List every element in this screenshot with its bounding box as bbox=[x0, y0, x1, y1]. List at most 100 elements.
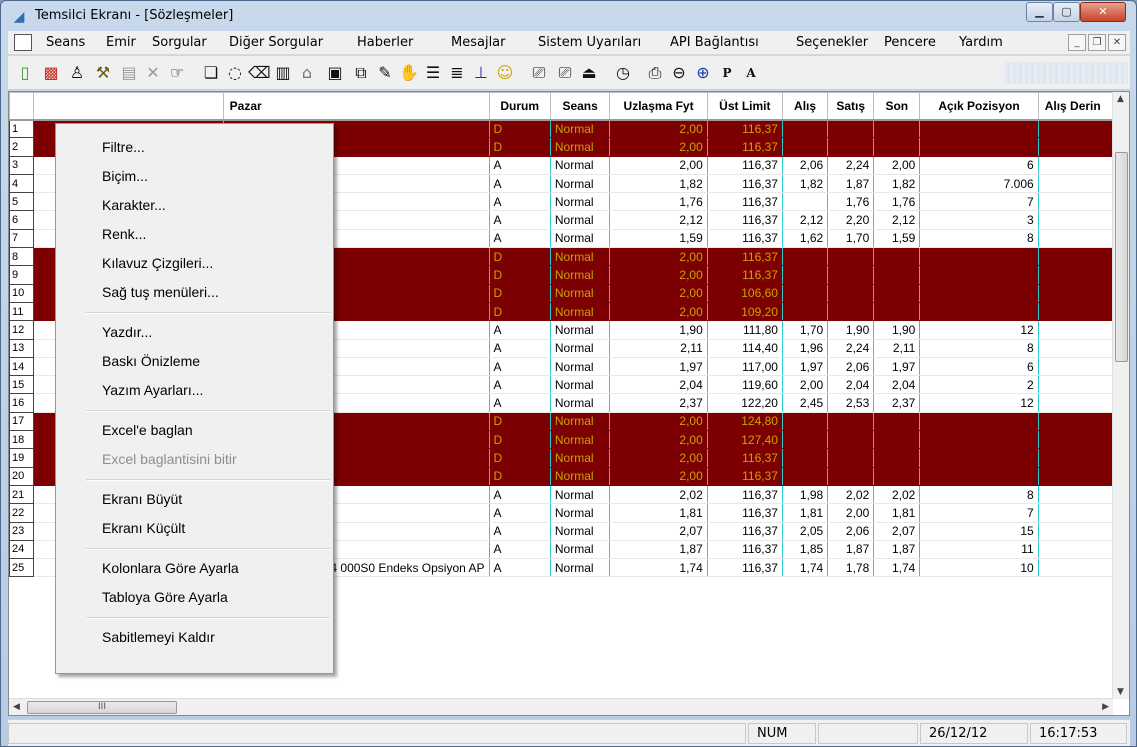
cell-durum[interactable]: A bbox=[489, 558, 551, 578]
cell-durum[interactable]: A bbox=[489, 393, 551, 413]
cell-satis[interactable]: 1,70 bbox=[827, 229, 875, 249]
cell-uzlasma[interactable]: 1,59 bbox=[609, 229, 708, 249]
cell-acik[interactable]: 12 bbox=[919, 393, 1039, 413]
cell-satis[interactable] bbox=[827, 430, 875, 450]
cell-acik[interactable] bbox=[919, 430, 1039, 450]
cell-seans[interactable]: Normal bbox=[550, 302, 611, 322]
cell-ust[interactable]: 116,37 bbox=[707, 558, 783, 578]
copy-icon[interactable]: ⧉ bbox=[350, 62, 372, 84]
col-header-sozlesme[interactable] bbox=[32, 92, 224, 121]
cell-satis[interactable] bbox=[827, 119, 875, 139]
cell-uzlasma[interactable]: 2,12 bbox=[609, 210, 708, 230]
cell-durum[interactable]: A bbox=[489, 357, 551, 377]
cell-durum[interactable]: D bbox=[489, 448, 551, 468]
cell-ust[interactable]: 116,37 bbox=[707, 210, 783, 230]
cell-acik[interactable]: 8 bbox=[919, 229, 1039, 249]
cell-seans[interactable]: Normal bbox=[550, 119, 611, 139]
cell-alis[interactable] bbox=[782, 448, 829, 468]
cell-ust[interactable]: 124,80 bbox=[707, 412, 783, 432]
col-header-seans[interactable]: Seans bbox=[549, 92, 611, 121]
cell-durum[interactable]: A bbox=[489, 229, 551, 249]
cell-uzlasma[interactable]: 1,74 bbox=[609, 558, 708, 578]
grab-icon[interactable]: ✋ bbox=[398, 62, 420, 84]
cell-alis[interactable]: 1,96 bbox=[782, 339, 829, 358]
cell-ust[interactable]: 116,37 bbox=[707, 137, 783, 157]
cell-alis[interactable]: 1,98 bbox=[782, 485, 829, 505]
cell-son[interactable] bbox=[873, 265, 921, 285]
cell-n[interactable]: 20 bbox=[9, 466, 34, 486]
cell-satis[interactable]: 2,04 bbox=[827, 375, 875, 395]
cell-alis[interactable] bbox=[782, 430, 829, 450]
cell-durum[interactable]: A bbox=[489, 503, 551, 523]
cell-n[interactable]: 24 bbox=[9, 539, 34, 560]
cell-alis[interactable] bbox=[782, 302, 829, 322]
cell-son[interactable]: 2,12 bbox=[873, 210, 921, 230]
context-menu-item[interactable]: Karakter... bbox=[57, 192, 332, 218]
cell-n[interactable]: 19 bbox=[9, 448, 34, 468]
grid-icon[interactable]: ≣ bbox=[446, 62, 468, 84]
cell-durum[interactable]: A bbox=[489, 522, 551, 541]
cell-uzlasma[interactable]: 2,04 bbox=[609, 375, 708, 395]
col-header-son[interactable]: Son bbox=[873, 92, 921, 121]
col-header-ust-limit[interactable]: Üst Limit bbox=[706, 92, 783, 121]
cell-ust[interactable]: 114,40 bbox=[707, 339, 783, 358]
close-button[interactable]: ✕ bbox=[1080, 2, 1126, 22]
cell-acik[interactable] bbox=[919, 137, 1039, 157]
context-menu-item[interactable]: Yazdır... bbox=[57, 319, 332, 345]
eraser-icon[interactable]: ⌫ bbox=[248, 62, 271, 84]
cell-n[interactable]: 22 bbox=[9, 503, 34, 523]
scroll-left-icon[interactable]: ◀ bbox=[13, 702, 20, 712]
cell-satis[interactable]: 1,90 bbox=[827, 320, 875, 340]
cell-ust[interactable]: 116,37 bbox=[707, 503, 783, 523]
col-header-uzlasma[interactable]: Uzlaşma Fyt bbox=[609, 92, 708, 121]
cell-satis[interactable]: 2,53 bbox=[827, 393, 875, 413]
cell-son[interactable] bbox=[873, 284, 921, 303]
cell-durum[interactable]: A bbox=[489, 485, 551, 505]
cell-n[interactable]: 14 bbox=[9, 356, 34, 377]
cell-uzlasma[interactable]: 1,76 bbox=[609, 192, 708, 212]
cell-durum[interactable]: A bbox=[489, 540, 551, 560]
cell-alis[interactable]: 1,82 bbox=[782, 174, 829, 194]
cell-alis[interactable]: 2,00 bbox=[782, 375, 829, 395]
cell-alis[interactable] bbox=[782, 284, 829, 303]
cell-acik[interactable] bbox=[919, 247, 1039, 267]
minimize-button[interactable]: ▁ bbox=[1026, 2, 1053, 22]
cell-alis[interactable] bbox=[782, 192, 829, 212]
cell-durum[interactable]: A bbox=[489, 174, 551, 194]
edit-icon[interactable]: ✎ bbox=[374, 62, 396, 84]
cell-son[interactable] bbox=[873, 302, 921, 322]
cell-alis[interactable] bbox=[782, 137, 829, 157]
cell-son[interactable] bbox=[873, 137, 921, 157]
cell-n[interactable]: 12 bbox=[9, 320, 34, 340]
cell-n[interactable]: 7 bbox=[9, 228, 34, 249]
cell-durum[interactable]: D bbox=[489, 137, 551, 157]
cell-acik[interactable]: 11 bbox=[919, 540, 1039, 560]
cell-acik[interactable]: 6 bbox=[919, 357, 1039, 377]
context-menu-item[interactable]: Ekranı Küçült bbox=[57, 515, 332, 541]
cell-seans[interactable]: Normal bbox=[550, 339, 611, 358]
cell-seans[interactable]: Normal bbox=[550, 558, 611, 578]
context-menu-item[interactable]: Sabitlemeyi Kaldır bbox=[57, 624, 332, 650]
cell-ust[interactable]: 109,20 bbox=[707, 302, 783, 322]
bank-icon[interactable]: ⌂ bbox=[296, 62, 318, 84]
cell-ust[interactable]: 111,80 bbox=[707, 320, 783, 340]
col-header-acik-pozisyon[interactable]: Açık Pozisyon bbox=[919, 92, 1039, 121]
horizontal-scrollbar[interactable]: ◀ III ▶ bbox=[9, 698, 1113, 715]
cell-alis[interactable]: 2,06 bbox=[782, 156, 829, 175]
cell-n[interactable]: 17 bbox=[9, 411, 34, 432]
cell-uzlasma[interactable]: 2,00 bbox=[609, 430, 708, 450]
context-menu-item[interactable]: Tabloya Göre Ayarla bbox=[57, 584, 332, 610]
cell-ust[interactable]: 122,20 bbox=[707, 393, 783, 413]
cell-ust[interactable]: 116,37 bbox=[707, 174, 783, 194]
cell-uzlasma[interactable]: 2,00 bbox=[609, 284, 708, 303]
cell-acik[interactable]: 2 bbox=[919, 375, 1039, 395]
cell-son[interactable]: 2,37 bbox=[873, 393, 921, 413]
cell-uzlasma[interactable]: 1,97 bbox=[609, 357, 708, 377]
menu-api-baglantisi[interactable]: API Bağlantısı bbox=[670, 35, 759, 50]
cell-son[interactable]: 1,76 bbox=[873, 192, 921, 212]
cell-seans[interactable]: Normal bbox=[550, 485, 611, 505]
delete-icon[interactable]: ✕ bbox=[142, 62, 164, 84]
cell-n[interactable]: 10 bbox=[9, 283, 34, 303]
cell-uzlasma[interactable]: 1,90 bbox=[609, 320, 708, 340]
columns-icon[interactable]: ▥ bbox=[272, 62, 294, 84]
